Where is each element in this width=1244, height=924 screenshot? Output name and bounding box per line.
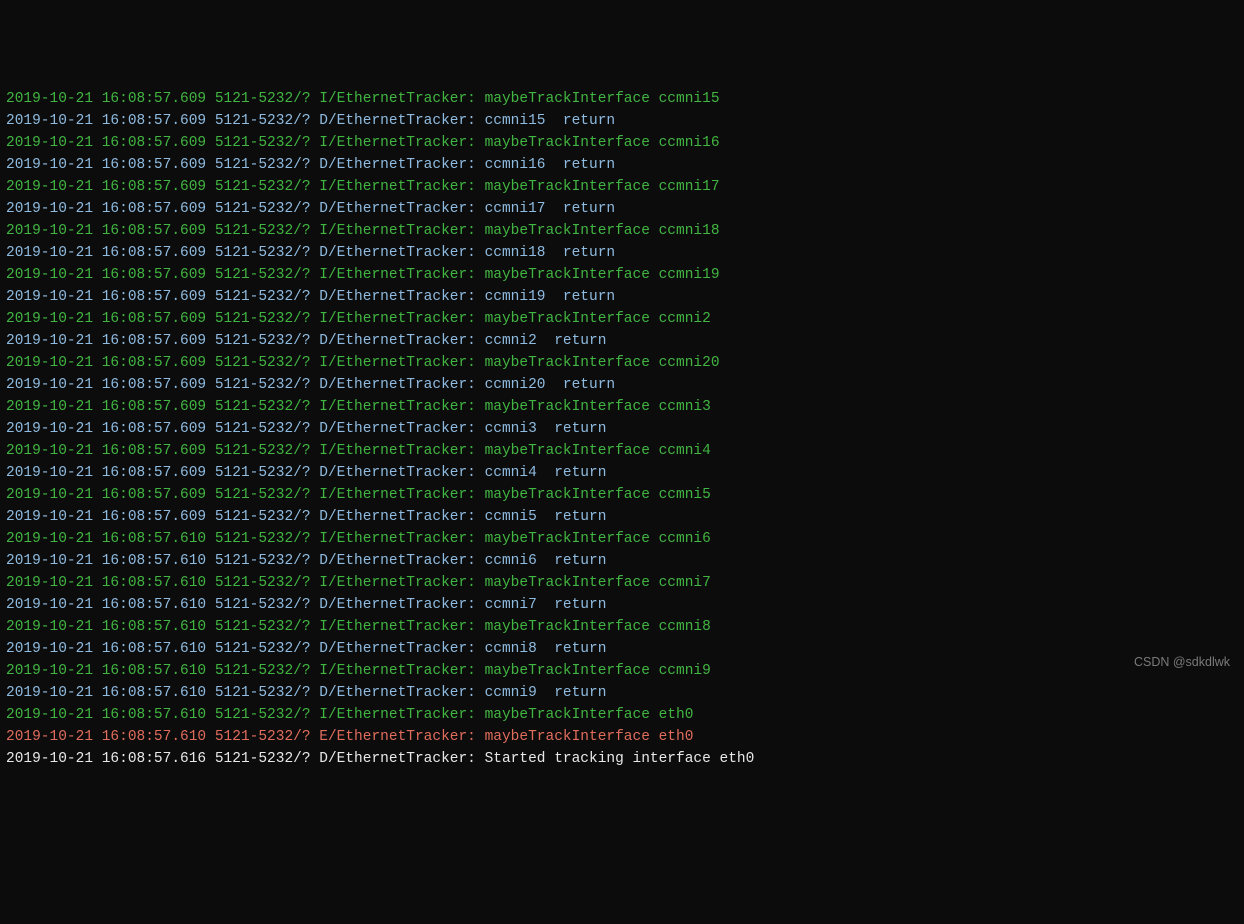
log-line: 2019-10-21 16:08:57.610 5121-5232/? I/Et…	[6, 572, 1238, 594]
log-line: 2019-10-21 16:08:57.610 5121-5232/? D/Et…	[6, 682, 1238, 704]
log-line: 2019-10-21 16:08:57.609 5121-5232/? D/Et…	[6, 242, 1238, 264]
log-line: 2019-10-21 16:08:57.609 5121-5232/? D/Et…	[6, 506, 1238, 528]
log-line: 2019-10-21 16:08:57.609 5121-5232/? D/Et…	[6, 110, 1238, 132]
log-line: 2019-10-21 16:08:57.616 5121-5232/? D/Et…	[6, 748, 1238, 770]
csdn-watermark: CSDN @sdkdlwk	[1134, 651, 1230, 673]
log-line: 2019-10-21 16:08:57.610 5121-5232/? D/Et…	[6, 638, 1238, 660]
log-line: 2019-10-21 16:08:57.609 5121-5232/? I/Et…	[6, 176, 1238, 198]
log-line: 2019-10-21 16:08:57.610 5121-5232/? E/Et…	[6, 726, 1238, 748]
log-line: 2019-10-21 16:08:57.609 5121-5232/? D/Et…	[6, 286, 1238, 308]
log-line: 2019-10-21 16:08:57.609 5121-5232/? I/Et…	[6, 88, 1238, 110]
log-line: 2019-10-21 16:08:57.609 5121-5232/? I/Et…	[6, 308, 1238, 330]
log-line: 2019-10-21 16:08:57.609 5121-5232/? D/Et…	[6, 330, 1238, 352]
log-line: 2019-10-21 16:08:57.609 5121-5232/? I/Et…	[6, 396, 1238, 418]
log-line: 2019-10-21 16:08:57.609 5121-5232/? D/Et…	[6, 418, 1238, 440]
log-line: 2019-10-21 16:08:57.609 5121-5232/? I/Et…	[6, 440, 1238, 462]
log-line: 2019-10-21 16:08:57.610 5121-5232/? I/Et…	[6, 616, 1238, 638]
log-line: 2019-10-21 16:08:57.609 5121-5232/? I/Et…	[6, 132, 1238, 154]
log-line: 2019-10-21 16:08:57.610 5121-5232/? D/Et…	[6, 594, 1238, 616]
log-line: 2019-10-21 16:08:57.609 5121-5232/? I/Et…	[6, 484, 1238, 506]
log-output: 2019-10-21 16:08:57.609 5121-5232/? I/Et…	[0, 88, 1244, 770]
log-line: 2019-10-21 16:08:57.610 5121-5232/? I/Et…	[6, 528, 1238, 550]
log-line: 2019-10-21 16:08:57.610 5121-5232/? D/Et…	[6, 550, 1238, 572]
log-line: 2019-10-21 16:08:57.609 5121-5232/? I/Et…	[6, 352, 1238, 374]
log-line: 2019-10-21 16:08:57.609 5121-5232/? D/Et…	[6, 462, 1238, 484]
log-line: 2019-10-21 16:08:57.609 5121-5232/? D/Et…	[6, 374, 1238, 396]
log-line: 2019-10-21 16:08:57.609 5121-5232/? I/Et…	[6, 264, 1238, 286]
log-line: 2019-10-21 16:08:57.609 5121-5232/? D/Et…	[6, 198, 1238, 220]
log-line: 2019-10-21 16:08:57.610 5121-5232/? I/Et…	[6, 704, 1238, 726]
log-line: 2019-10-21 16:08:57.609 5121-5232/? D/Et…	[6, 154, 1238, 176]
log-line: 2019-10-21 16:08:57.609 5121-5232/? I/Et…	[6, 220, 1238, 242]
